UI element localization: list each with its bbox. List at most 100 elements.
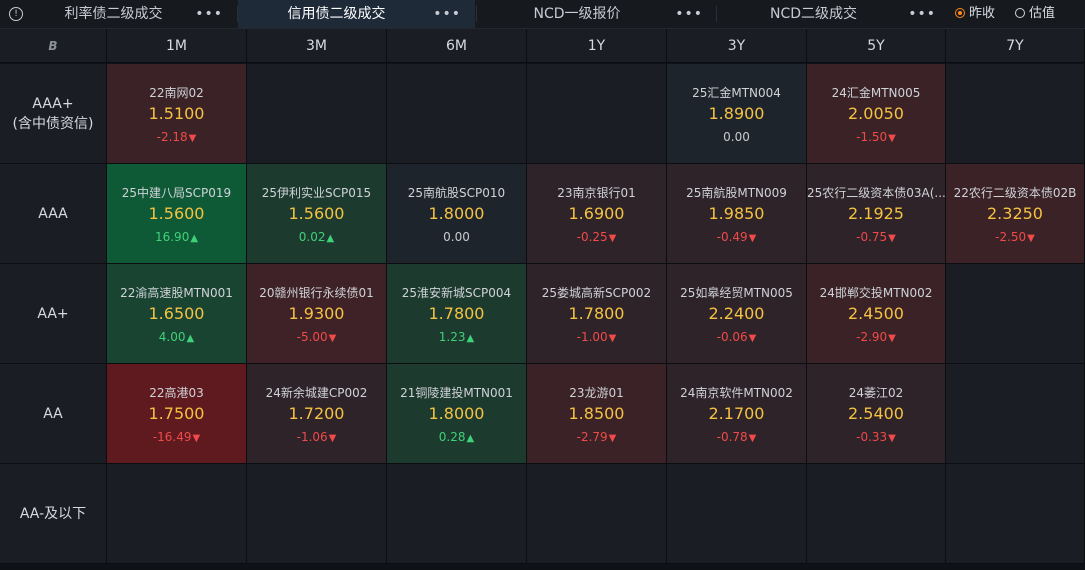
bond-change: -2.18▼ bbox=[107, 130, 246, 144]
bond-change-value: -1.50 bbox=[856, 130, 888, 144]
bond-change: 16.90▲ bbox=[107, 230, 246, 244]
bond-name: 24汇金MTN005 bbox=[831, 86, 921, 100]
bond-change: 4.00▲ bbox=[107, 330, 246, 344]
bond-cell[interactable]: 22农行二级资本债02B 2.3250 -2.50▼ bbox=[946, 164, 1085, 264]
bond-name: 22高港03 bbox=[149, 386, 204, 400]
bond-change: 0.28▲ bbox=[387, 430, 526, 444]
column-header-1y: 1Y bbox=[527, 29, 667, 63]
empty-cell bbox=[946, 464, 1085, 564]
bond-cell[interactable]: 25南航股MTN009 1.9850 -0.49▼ bbox=[667, 164, 807, 264]
radio-prev-close[interactable]: 昨收 bbox=[955, 0, 995, 28]
bond-change-value: -0.33 bbox=[856, 430, 888, 444]
bond-cell[interactable]: 20赣州银行永续债01 1.9300 -5.00▼ bbox=[247, 264, 387, 364]
bond-yield: 1.5100 bbox=[148, 104, 205, 123]
bond-change: -2.50▼ bbox=[946, 230, 1084, 244]
empty-cell bbox=[946, 364, 1085, 464]
bond-name: 25娄城高新SCP002 bbox=[541, 286, 652, 300]
tab-ncd-secondary[interactable]: NCD二级成交 ••• bbox=[717, 0, 950, 28]
bond-cell[interactable]: 24新余城建CP002 1.7200 -1.06▼ bbox=[247, 364, 387, 464]
header-row: B 1M 3M 6M 1Y 3Y 5Y 7Y bbox=[0, 29, 1085, 64]
column-header-3m: 3M bbox=[247, 29, 387, 63]
bond-cell[interactable]: 25如皋经贸MTN005 2.2400 -0.06▼ bbox=[667, 264, 807, 364]
top-tab-bar: ! 利率债二级成交 ••• 信用债二级成交 ••• NCD一级报价 ••• NC… bbox=[0, 0, 1085, 29]
tab-rate-bond-secondary[interactable]: 利率债二级成交 ••• bbox=[30, 0, 237, 28]
column-header-7y: 7Y bbox=[946, 29, 1085, 63]
bond-yield: 1.8000 bbox=[428, 404, 485, 423]
bond-change: 0.00 bbox=[387, 230, 526, 244]
arrow-down-icon: ▼ bbox=[188, 133, 197, 144]
arrow-down-icon: ▼ bbox=[608, 333, 617, 344]
bond-name: 24南京软件MTN002 bbox=[680, 386, 793, 400]
bond-cell[interactable]: 25淮安新城SCP004 1.7800 1.23▲ bbox=[387, 264, 527, 364]
bond-yield: 2.4500 bbox=[848, 304, 904, 323]
empty-cell bbox=[387, 464, 527, 564]
arrow-down-icon: ▼ bbox=[748, 333, 757, 344]
bond-cell[interactable]: 25南航股SCP010 1.8000 0.00 bbox=[387, 164, 527, 264]
bond-name: 25中建八局SCP019 bbox=[121, 186, 232, 200]
app-logo-icon: B bbox=[48, 39, 58, 53]
bond-cell[interactable]: 25农行二级资本债03A(... 2.1925 -0.75▼ bbox=[807, 164, 946, 264]
bond-yield: 1.9300 bbox=[288, 304, 345, 323]
bond-cell[interactable]: 25中建八局SCP019 1.5600 16.90▲ bbox=[107, 164, 247, 264]
arrow-up-icon: ▲ bbox=[190, 233, 199, 244]
bond-cell[interactable]: 25伊利实业SCP015 1.5600 0.02▲ bbox=[247, 164, 387, 264]
arrow-down-icon: ▼ bbox=[888, 233, 896, 244]
bond-cell[interactable]: 24邯郸交投MTN002 2.4500 -2.90▼ bbox=[807, 264, 946, 364]
bond-yield: 2.3250 bbox=[987, 204, 1043, 223]
column-header-5y: 5Y bbox=[807, 29, 946, 63]
bond-name: 21铜陵建投MTN001 bbox=[400, 386, 513, 400]
arrow-down-icon: ▼ bbox=[888, 333, 896, 344]
bond-change: -0.75▼ bbox=[807, 230, 945, 244]
bond-change-value: 0.02 bbox=[298, 230, 326, 244]
bond-change-value: -2.79 bbox=[576, 430, 608, 444]
bond-cell[interactable]: 24汇金MTN005 2.0050 -1.50▼ bbox=[807, 64, 946, 164]
bond-cell[interactable]: 23南京银行01 1.6900 -0.25▼ bbox=[527, 164, 667, 264]
bond-name: 25如皋经贸MTN005 bbox=[680, 286, 793, 300]
bond-cell[interactable]: 25娄城高新SCP002 1.7800 -1.00▼ bbox=[527, 264, 667, 364]
bond-yield: 2.5400 bbox=[848, 404, 904, 423]
radio-label: 估值 bbox=[1029, 6, 1056, 21]
bond-yield: 1.8900 bbox=[708, 104, 765, 123]
bond-change: -1.06▼ bbox=[247, 430, 386, 444]
more-menu-icon[interactable]: ••• bbox=[195, 0, 223, 28]
tab-credit-bond-secondary[interactable]: 信用债二级成交 ••• bbox=[238, 0, 475, 28]
tab-ncd-primary[interactable]: NCD一级报价 ••• bbox=[477, 0, 717, 28]
bond-change: -1.50▼ bbox=[807, 130, 945, 144]
bond-yield: 1.5600 bbox=[288, 204, 345, 223]
bond-change-value: -1.00 bbox=[576, 330, 608, 344]
radio-valuation[interactable]: 估值 bbox=[1015, 0, 1055, 28]
more-menu-icon[interactable]: ••• bbox=[433, 0, 461, 28]
bond-cell[interactable]: 21铜陵建投MTN001 1.8000 0.28▲ bbox=[387, 364, 527, 464]
empty-cell bbox=[247, 464, 387, 564]
bond-change-value: 0.28 bbox=[438, 430, 466, 444]
bond-cell[interactable]: 24萎江02 2.5400 -0.33▼ bbox=[807, 364, 946, 464]
arrow-up-icon: ▲ bbox=[466, 333, 475, 344]
arrow-down-icon: ▼ bbox=[748, 433, 757, 444]
empty-cell bbox=[387, 64, 527, 164]
bond-cell[interactable]: 22渝高速股MTN001 1.6500 4.00▲ bbox=[107, 264, 247, 364]
bond-yield: 1.7500 bbox=[148, 404, 205, 423]
info-icon[interactable]: ! bbox=[9, 7, 23, 21]
bond-cell[interactable]: 23龙游01 1.8500 -2.79▼ bbox=[527, 364, 667, 464]
bond-change-value: -2.90 bbox=[856, 330, 888, 344]
bond-name: 25淮安新城SCP004 bbox=[401, 286, 512, 300]
arrow-down-icon: ▼ bbox=[328, 333, 337, 344]
bond-cell[interactable]: 22高港03 1.7500 -16.49▼ bbox=[107, 364, 247, 464]
bond-yield: 1.9850 bbox=[708, 204, 765, 223]
more-menu-icon[interactable]: ••• bbox=[675, 0, 703, 28]
bond-yield: 1.7200 bbox=[288, 404, 345, 423]
arrow-down-icon: ▼ bbox=[328, 433, 337, 444]
column-header-3y: 3Y bbox=[667, 29, 807, 63]
more-menu-icon[interactable]: ••• bbox=[908, 0, 936, 28]
arrow-down-icon: ▼ bbox=[608, 233, 617, 244]
bond-change-value: 1.23 bbox=[438, 330, 466, 344]
empty-cell bbox=[946, 64, 1085, 164]
row-header-aa: AA bbox=[0, 364, 107, 464]
arrow-down-icon: ▼ bbox=[192, 433, 201, 444]
bond-name: 25南航股SCP010 bbox=[407, 186, 506, 200]
bond-cell[interactable]: 25汇金MTN004 1.8900 0.00 bbox=[667, 64, 807, 164]
bond-cell[interactable]: 22南网02 1.5100 -2.18▼ bbox=[107, 64, 247, 164]
bond-name: 25汇金MTN004 bbox=[692, 86, 781, 100]
bond-change-value: -5.00 bbox=[296, 330, 328, 344]
bond-cell[interactable]: 24南京软件MTN002 2.1700 -0.78▼ bbox=[667, 364, 807, 464]
